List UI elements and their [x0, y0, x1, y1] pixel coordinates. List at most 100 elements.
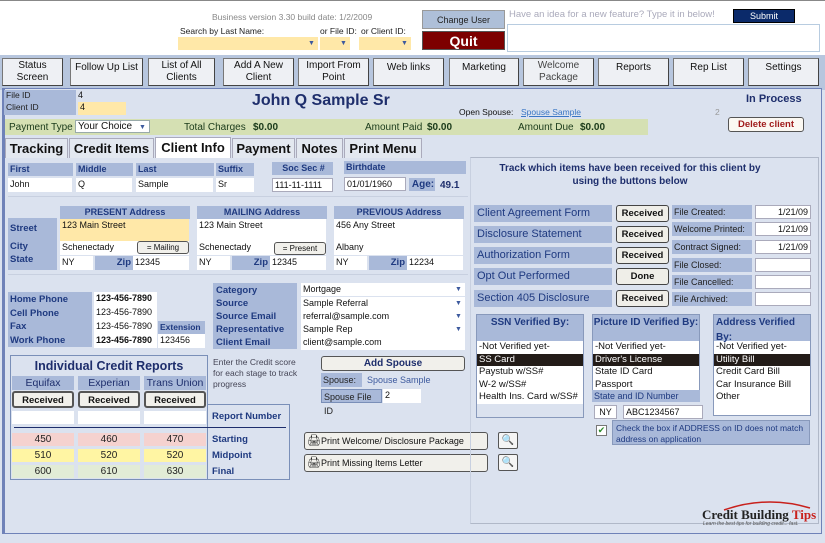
first-name-input[interactable]: John	[8, 178, 72, 192]
search-last-name-dropdown[interactable]: ▼	[178, 37, 318, 50]
fax-input[interactable]: 123-456-7890	[94, 320, 157, 334]
print-welcome-button[interactable]: 🖨 Print Welcome/ Disclosure Package	[304, 432, 488, 450]
picture-id-verified-list[interactable]: -Not Verified yet- Driver's License Stat…	[593, 341, 699, 391]
list-option-selected[interactable]: SS Card	[477, 353, 583, 366]
trans-union-starting-score[interactable]: 470	[144, 433, 206, 446]
opt-out-done-button[interactable]: Done	[616, 268, 669, 285]
client-agreement-received-button[interactable]: Received	[616, 205, 669, 222]
submit-button[interactable]: Submit	[733, 9, 795, 23]
nav-welcome-package[interactable]: Welcome Package	[523, 58, 594, 86]
experian-midpoint-score[interactable]: 520	[78, 449, 140, 462]
experian-starting-score[interactable]: 460	[78, 433, 140, 446]
quit-button[interactable]: Quit	[422, 31, 505, 50]
present-zip-input[interactable]: 12345	[133, 256, 189, 270]
tab-tracking[interactable]: Tracking	[5, 138, 68, 158]
previous-street-input[interactable]: 456 Any Street	[334, 219, 463, 241]
chevron-down-icon[interactable]: ▼	[338, 38, 349, 49]
present-street-input[interactable]: 123 Main Street	[60, 219, 189, 241]
equifax-report-number-input[interactable]	[12, 411, 74, 424]
open-spouse-link[interactable]: Spouse Sample	[521, 107, 581, 117]
home-phone-input[interactable]: 123-456-7890	[94, 292, 157, 306]
nav-reports[interactable]: Reports	[598, 58, 669, 86]
change-user-button[interactable]: Change User	[422, 10, 505, 29]
chevron-down-icon[interactable]: ▼	[306, 38, 317, 49]
list-option[interactable]: -Not Verified yet-	[714, 341, 810, 354]
mailing-state-input[interactable]: NY	[197, 256, 230, 270]
list-option-selected[interactable]: Utility Bill	[714, 353, 810, 366]
source-email-select[interactable]: referral@sample.com ▼	[301, 310, 465, 323]
trans-union-report-number-input[interactable]	[144, 411, 206, 424]
tab-payment[interactable]: Payment	[232, 138, 295, 158]
welcome-printed-input[interactable]: 1/21/09	[755, 222, 811, 236]
work-phone-input[interactable]: 123-456-7890	[94, 334, 157, 348]
chevron-down-icon[interactable]: ▼	[453, 284, 464, 295]
mailing-zip-input[interactable]: 12345	[270, 256, 326, 270]
nav-list-of-all-clients[interactable]: List of All Clients	[148, 58, 215, 86]
tab-notes[interactable]: Notes	[296, 138, 343, 158]
file-created-input[interactable]: 1/21/09	[755, 205, 811, 219]
nav-add-new-client[interactable]: Add A New Client	[223, 58, 294, 86]
source-select[interactable]: Sample Referral ▼	[301, 297, 465, 310]
list-option[interactable]: -Not Verified yet-	[593, 341, 699, 354]
chevron-down-icon[interactable]: ▼	[137, 122, 148, 133]
ssn-input[interactable]: 111-11-1111	[272, 178, 333, 192]
equifax-received-button[interactable]: Received	[12, 391, 74, 408]
copy-present-button[interactable]: = Present	[274, 242, 326, 255]
list-option[interactable]: Paystub w/SS#	[477, 366, 583, 379]
trans-union-received-button[interactable]: Received	[144, 391, 206, 408]
spouse-file-id-input[interactable]: 2	[383, 389, 421, 403]
suffix-input[interactable]: Sr	[216, 178, 254, 192]
list-option[interactable]: Health Ins. Card w/SS#	[477, 391, 583, 404]
nav-marketing[interactable]: Marketing	[449, 58, 519, 86]
tab-credit-items[interactable]: Credit Items	[69, 138, 154, 158]
preview-missing-items-button[interactable]: 🔍	[498, 454, 518, 471]
id-number-input[interactable]: ABC1234567	[623, 405, 703, 419]
equifax-final-score[interactable]: 600	[12, 465, 74, 478]
feature-idea-input[interactable]	[507, 24, 820, 52]
section-405-received-button[interactable]: Received	[616, 290, 669, 307]
previous-state-input[interactable]: NY	[334, 256, 367, 270]
file-archived-input[interactable]	[755, 292, 811, 306]
file-closed-input[interactable]	[755, 258, 811, 272]
nav-import-from-point[interactable]: Import From Point	[298, 58, 369, 86]
client-email-input[interactable]: client@sample.com	[301, 336, 465, 350]
add-spouse-button[interactable]: Add Spouse	[321, 356, 465, 371]
delete-client-button[interactable]: Delete client	[728, 117, 804, 132]
copy-mailing-button[interactable]: = Mailing	[137, 241, 189, 254]
payment-type-select[interactable]: Your Choice ▼	[75, 120, 150, 133]
experian-received-button[interactable]: Received	[78, 391, 140, 408]
authorization-received-button[interactable]: Received	[616, 247, 669, 264]
equifax-starting-score[interactable]: 450	[12, 433, 74, 446]
preview-welcome-button[interactable]: 🔍	[498, 432, 518, 449]
experian-final-score[interactable]: 610	[78, 465, 140, 478]
nav-status-screen[interactable]: Status Screen	[2, 58, 63, 86]
trans-union-final-score[interactable]: 630	[144, 465, 206, 478]
chevron-down-icon[interactable]: ▼	[453, 311, 464, 322]
category-select[interactable]: Mortgage ▼	[301, 283, 465, 296]
client-id-input[interactable]: 4	[78, 102, 126, 115]
equifax-midpoint-score[interactable]: 510	[12, 449, 74, 462]
list-option[interactable]: -Not Verified yet-	[477, 341, 583, 354]
experian-report-number-input[interactable]	[78, 411, 140, 424]
list-option[interactable]: Other	[714, 391, 810, 404]
present-state-input[interactable]: NY	[60, 256, 93, 270]
list-option[interactable]: Car Insurance Bill	[714, 379, 810, 392]
birthdate-input[interactable]: 01/01/1960	[344, 177, 406, 191]
last-name-input[interactable]: Sample	[136, 178, 213, 192]
file-id-search-dropdown[interactable]: ▼	[320, 37, 350, 50]
list-option[interactable]: Credit Card Bill	[714, 366, 810, 379]
chevron-down-icon[interactable]: ▼	[399, 38, 410, 49]
chevron-down-icon[interactable]: ▼	[453, 324, 464, 335]
previous-zip-input[interactable]: 12234	[407, 256, 463, 270]
print-missing-items-button[interactable]: 🖨 Print Missing Items Letter	[304, 454, 488, 472]
list-option[interactable]: State ID Card	[593, 366, 699, 379]
mailing-street-input[interactable]: 123 Main Street	[197, 219, 326, 241]
extension-input[interactable]: 123456	[158, 334, 205, 348]
file-cancelled-input[interactable]	[755, 275, 811, 289]
ssn-verified-list[interactable]: -Not Verified yet- SS Card Paystub w/SS#…	[477, 341, 583, 404]
id-state-input[interactable]: NY	[594, 405, 617, 419]
client-id-search-dropdown[interactable]: ▼	[359, 37, 411, 50]
trans-union-midpoint-score[interactable]: 520	[144, 449, 206, 462]
tab-print-menu[interactable]: Print Menu	[344, 138, 422, 158]
contract-signed-input[interactable]: 1/21/09	[755, 240, 811, 254]
